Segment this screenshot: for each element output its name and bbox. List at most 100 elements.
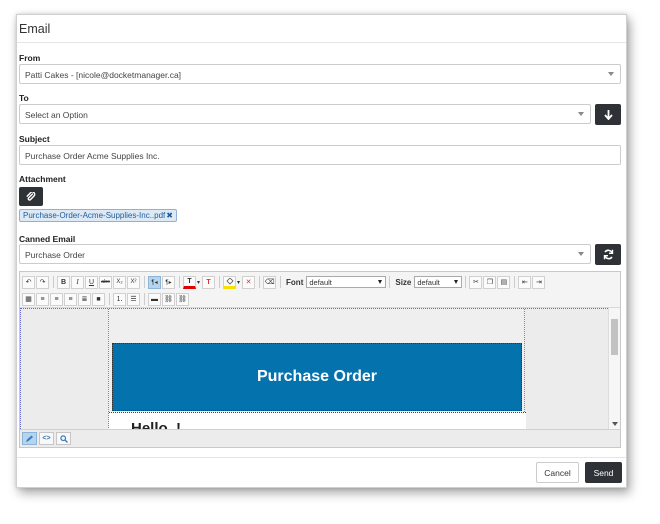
attachment-file-name: Purchase-Order-Acme-Supplies-Inc..pdf	[23, 211, 166, 220]
editor-content-area[interactable]: Purchase Order Hello ,!	[20, 308, 610, 431]
arrow-down-icon	[603, 109, 613, 120]
toolbar-separator	[280, 276, 282, 288]
magnifier-icon	[59, 434, 68, 443]
subject-value: Purchase Order Acme Supplies Inc.	[25, 151, 160, 161]
paste-button[interactable]: ▤	[497, 275, 511, 289]
superscript-button[interactable]: X²	[127, 275, 140, 289]
align-left-button[interactable]: ≡	[36, 292, 49, 306]
rich-text-editor: ↶ ↷ B I U abc X₂ X² ¶◂ ¶▸ T ▾ T ▾ ✕ ⌫ Fo…	[19, 271, 621, 448]
refresh-icon	[603, 249, 613, 260]
paperclip-icon	[26, 191, 36, 201]
underline-button[interactable]: U	[85, 275, 98, 289]
font-family-select[interactable]: default	[306, 276, 387, 288]
indent-button[interactable]: ⇥	[532, 275, 546, 289]
canned-email-select[interactable]: Purchase Order	[19, 244, 591, 264]
cancel-button[interactable]: Cancel	[536, 462, 579, 483]
chevron-down-icon	[578, 112, 584, 116]
editor-toolbar: ↶ ↷ B I U abc X₂ X² ¶◂ ¶▸ T ▾ T ▾ ✕ ⌫ Fo…	[20, 272, 620, 308]
undo-button[interactable]: ↶	[22, 275, 35, 289]
attachment-label: Attachment	[19, 174, 66, 184]
scrollbar-thumb[interactable]	[611, 319, 618, 355]
preview-mode-button[interactable]	[56, 432, 71, 445]
html-mode-button[interactable]: <>	[39, 432, 54, 445]
toolbar-separator	[514, 276, 516, 288]
email-banner: Purchase Order	[112, 343, 522, 411]
copy-button[interactable]: ❐	[483, 275, 497, 289]
dialog-title: Email	[19, 22, 51, 36]
toolbar-separator	[144, 293, 145, 305]
dialog-footer	[17, 457, 626, 458]
insert-table-button[interactable]: ▦	[22, 292, 35, 306]
toolbar-separator	[219, 276, 221, 288]
attachment-chip[interactable]: Purchase-Order-Acme-Supplies-Inc..pdf✖	[19, 209, 177, 222]
strikethrough-button[interactable]: abc	[99, 275, 112, 289]
toolbar-separator	[259, 276, 261, 288]
unordered-list-button[interactable]: ☰	[127, 292, 140, 306]
design-mode-button[interactable]	[22, 432, 37, 445]
chevron-down-icon	[578, 252, 584, 256]
scroll-down-icon[interactable]	[612, 422, 618, 426]
align-justify-button[interactable]: ≣	[78, 292, 91, 306]
from-label: From	[19, 53, 41, 63]
font-size-value: default	[417, 278, 440, 287]
font-size-select[interactable]: default	[414, 276, 463, 288]
chevron-down-icon	[454, 280, 459, 284]
eraser-button[interactable]: ⌫	[263, 275, 277, 289]
dialog-header: Email	[17, 15, 626, 43]
ltr-button[interactable]: ¶◂	[148, 275, 161, 289]
to-placeholder: Select an Option	[25, 110, 88, 120]
toolbar-separator	[144, 276, 145, 288]
align-right-button[interactable]: ≡	[64, 292, 77, 306]
subscript-button[interactable]: X₂	[113, 275, 126, 289]
ordered-list-button[interactable]: ⒈	[113, 292, 126, 306]
remove-highlight-button[interactable]: ✕	[242, 275, 256, 289]
highlight-color-button[interactable]	[223, 275, 237, 289]
to-select[interactable]: Select an Option	[19, 104, 591, 124]
horizontal-rule-button[interactable]: ▬	[148, 292, 161, 306]
italic-button[interactable]: I	[71, 275, 84, 289]
editor-mode-bar: <>	[20, 429, 620, 447]
block-format-button[interactable]: ■	[92, 292, 105, 306]
send-button[interactable]: Send	[585, 462, 622, 483]
size-label: Size	[395, 277, 412, 287]
remove-link-button[interactable]: ⛓	[176, 292, 189, 306]
toolbar-separator	[109, 293, 110, 305]
pencil-icon	[26, 435, 33, 442]
paint-bucket-icon	[225, 277, 234, 285]
highlight-dropdown-icon[interactable]: ▾	[237, 279, 240, 286]
to-label: To	[19, 93, 29, 103]
font-color-dropdown-icon[interactable]: ▾	[197, 279, 200, 286]
email-template-column: Purchase Order Hello ,!	[108, 309, 526, 430]
toolbar-row-2: ▦ ≡ ≡ ≡ ≣ ■ ⒈ ☰ ▬ ⛓ ⛓	[22, 291, 190, 307]
outdent-button[interactable]: ⇤	[518, 275, 532, 289]
font-family-value: default	[309, 278, 332, 287]
font-color-button[interactable]: T	[183, 275, 196, 289]
canned-email-label: Canned Email	[19, 234, 76, 244]
cut-button[interactable]: ✂	[469, 275, 483, 289]
remove-format-button[interactable]: T	[202, 275, 216, 289]
from-value: Patti Cakes - [nicole@docketmanager.ca]	[25, 70, 182, 80]
redo-button[interactable]: ↷	[36, 275, 49, 289]
editor-scrollbar[interactable]	[608, 308, 620, 431]
refresh-canned-email-button[interactable]	[595, 244, 621, 265]
chevron-down-icon	[608, 72, 614, 76]
banner-title: Purchase Order	[256, 368, 378, 385]
canned-email-value: Purchase Order	[25, 250, 85, 260]
toolbar-separator	[53, 276, 54, 288]
subject-input[interactable]: Purchase Order Acme Supplies Inc.	[19, 145, 621, 165]
remove-attachment-icon[interactable]: ✖	[166, 211, 173, 220]
attach-file-button[interactable]	[19, 187, 43, 206]
from-select[interactable]: Patti Cakes - [nicole@docketmanager.ca]	[19, 64, 621, 84]
bold-button[interactable]: B	[57, 275, 70, 289]
toolbar-separator	[179, 276, 180, 288]
to-add-button[interactable]	[595, 104, 621, 125]
align-center-button[interactable]: ≡	[50, 292, 63, 306]
email-dialog: Email From Patti Cakes - [nicole@docketm…	[16, 14, 627, 488]
toolbar-row-1: ↶ ↷ B I U abc X₂ X² ¶◂ ¶▸ T ▾ T ▾ ✕ ⌫ Fo…	[22, 274, 546, 290]
insert-link-button[interactable]: ⛓	[162, 292, 175, 306]
font-label: Font	[286, 277, 304, 287]
toolbar-separator	[465, 276, 467, 288]
toolbar-separator	[389, 276, 391, 288]
chevron-down-icon	[378, 280, 383, 284]
rtl-button[interactable]: ¶▸	[162, 275, 175, 289]
